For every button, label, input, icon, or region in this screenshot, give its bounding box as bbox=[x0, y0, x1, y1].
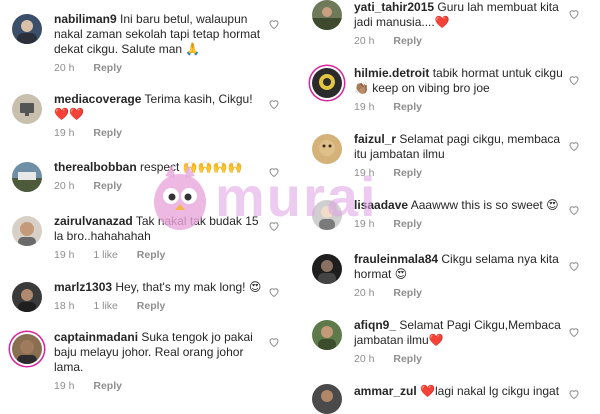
comment-time: 20 h bbox=[354, 353, 375, 365]
comment-time: 19 h bbox=[354, 101, 375, 113]
avatar[interactable] bbox=[12, 14, 42, 44]
heart-outline-icon[interactable] bbox=[268, 336, 280, 348]
comment-time: 20 h bbox=[54, 180, 75, 192]
comment-time: 20 h bbox=[354, 287, 375, 299]
heart-outline-icon[interactable] bbox=[268, 166, 280, 178]
heart-outline-icon[interactable] bbox=[568, 140, 580, 152]
avatar[interactable] bbox=[312, 134, 342, 164]
comments-column-right: yati_tahir2015 Guru lah membuat kita jad… bbox=[300, 0, 600, 414]
comment-username[interactable]: hilmie.detroit bbox=[354, 66, 429, 80]
comment-username[interactable]: therealbobban bbox=[54, 160, 137, 174]
reply-button[interactable]: Reply bbox=[137, 300, 166, 312]
avatar[interactable] bbox=[12, 216, 42, 246]
heart-outline-icon[interactable] bbox=[568, 74, 580, 86]
reply-button[interactable]: Reply bbox=[93, 127, 122, 139]
comment-username[interactable]: lisaadave bbox=[354, 198, 408, 212]
comment-text: Aaawww this is so sweet 😍 bbox=[410, 198, 559, 212]
comment-username[interactable]: faizul_r bbox=[354, 132, 396, 146]
reply-button[interactable]: Reply bbox=[393, 167, 422, 179]
comment-time: 18 h bbox=[54, 300, 75, 312]
comment-username[interactable]: marlz1303 bbox=[54, 280, 112, 294]
comment-username[interactable]: captainmadani bbox=[54, 330, 138, 344]
reply-button[interactable]: Reply bbox=[393, 353, 422, 365]
comment-username[interactable]: yati_tahir2015 bbox=[354, 0, 434, 14]
heart-outline-icon[interactable] bbox=[268, 98, 280, 110]
comment-text: respect 🙌🙌🙌🙌 bbox=[140, 160, 243, 174]
avatar[interactable] bbox=[312, 384, 342, 414]
avatar[interactable] bbox=[12, 282, 42, 312]
reply-button[interactable]: Reply bbox=[393, 35, 422, 47]
reply-button[interactable]: Reply bbox=[93, 180, 122, 192]
comment-time: 19 h bbox=[54, 127, 75, 139]
comment-text: Hey, that's my mak long! 😍 bbox=[115, 280, 262, 294]
comment-username[interactable]: afiqn9_ bbox=[354, 318, 396, 332]
comment-likes[interactable]: 1 like bbox=[93, 249, 118, 261]
reply-button[interactable]: Reply bbox=[93, 380, 122, 392]
heart-outline-icon[interactable] bbox=[268, 286, 280, 298]
reply-button[interactable]: Reply bbox=[393, 101, 422, 113]
comment-username[interactable]: frauleinmala84 bbox=[354, 252, 438, 266]
avatar[interactable] bbox=[312, 320, 342, 350]
avatar[interactable] bbox=[12, 162, 42, 192]
heart-outline-icon[interactable] bbox=[568, 388, 580, 400]
heart-outline-icon[interactable] bbox=[568, 204, 580, 216]
avatar[interactable] bbox=[12, 94, 42, 124]
avatar[interactable] bbox=[12, 334, 42, 364]
avatar[interactable] bbox=[312, 200, 342, 230]
reply-button[interactable]: Reply bbox=[137, 249, 166, 261]
comments-column-left: nabiliman9 Ini baru betul, walaupun naka… bbox=[0, 0, 300, 400]
comment-time: 20 h bbox=[354, 35, 375, 47]
heart-outline-icon[interactable] bbox=[268, 220, 280, 232]
comment-username[interactable]: zairulvanazad bbox=[54, 214, 133, 228]
heart-outline-icon[interactable] bbox=[568, 260, 580, 272]
heart-outline-icon[interactable] bbox=[568, 326, 580, 338]
comment-time: 19 h bbox=[354, 218, 375, 230]
reply-button[interactable]: Reply bbox=[393, 287, 422, 299]
reply-button[interactable]: Reply bbox=[393, 218, 422, 230]
comment-time: 20 h bbox=[54, 62, 75, 74]
heart-outline-icon[interactable] bbox=[268, 18, 280, 30]
comment-likes[interactable]: 1 like bbox=[93, 300, 118, 312]
comment-username[interactable]: nabiliman9 bbox=[54, 12, 117, 26]
comment-time: 19 h bbox=[54, 249, 75, 261]
comment-time: 19 h bbox=[354, 167, 375, 179]
avatar[interactable] bbox=[312, 254, 342, 284]
comment-text: ❤️lagi nakal lg cikgu ingat bbox=[420, 384, 560, 398]
avatar[interactable] bbox=[312, 68, 342, 98]
comment-time: 19 h bbox=[54, 380, 75, 392]
comment-username[interactable]: ammar_zul bbox=[354, 384, 417, 398]
comment-username[interactable]: mediacoverage bbox=[54, 92, 141, 106]
reply-button[interactable]: Reply bbox=[93, 62, 122, 74]
heart-outline-icon[interactable] bbox=[568, 8, 580, 20]
avatar[interactable] bbox=[312, 0, 342, 30]
